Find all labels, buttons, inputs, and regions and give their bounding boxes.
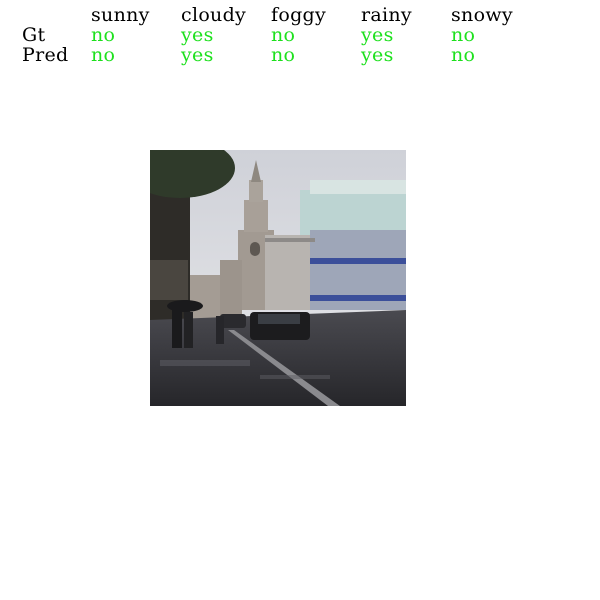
row-label-gt: Gt [22,24,46,46]
weather-label-table: sunny cloudy foggy rainy snowy Gt no yes… [0,0,600,70]
street-scene-photo [150,150,406,406]
column-header-sunny: sunny [91,4,150,26]
street-scene-illustration [150,150,406,406]
pred-value-cloudy: yes [181,44,214,66]
column-header-foggy: foggy [271,4,327,26]
gt-value-rainy: yes [361,24,394,46]
pred-value-rainy: yes [361,44,394,66]
gt-value-cloudy: yes [181,24,214,46]
column-header-cloudy: cloudy [181,4,247,26]
row-label-pred: Pred [22,44,69,66]
gt-value-foggy: no [271,24,296,46]
pred-value-foggy: no [271,44,296,66]
column-header-snowy: snowy [451,4,513,26]
pred-value-sunny: no [91,44,116,66]
gt-value-sunny: no [91,24,116,46]
pred-value-snowy: no [451,44,476,66]
column-header-rainy: rainy [361,4,412,26]
gt-value-snowy: no [451,24,476,46]
